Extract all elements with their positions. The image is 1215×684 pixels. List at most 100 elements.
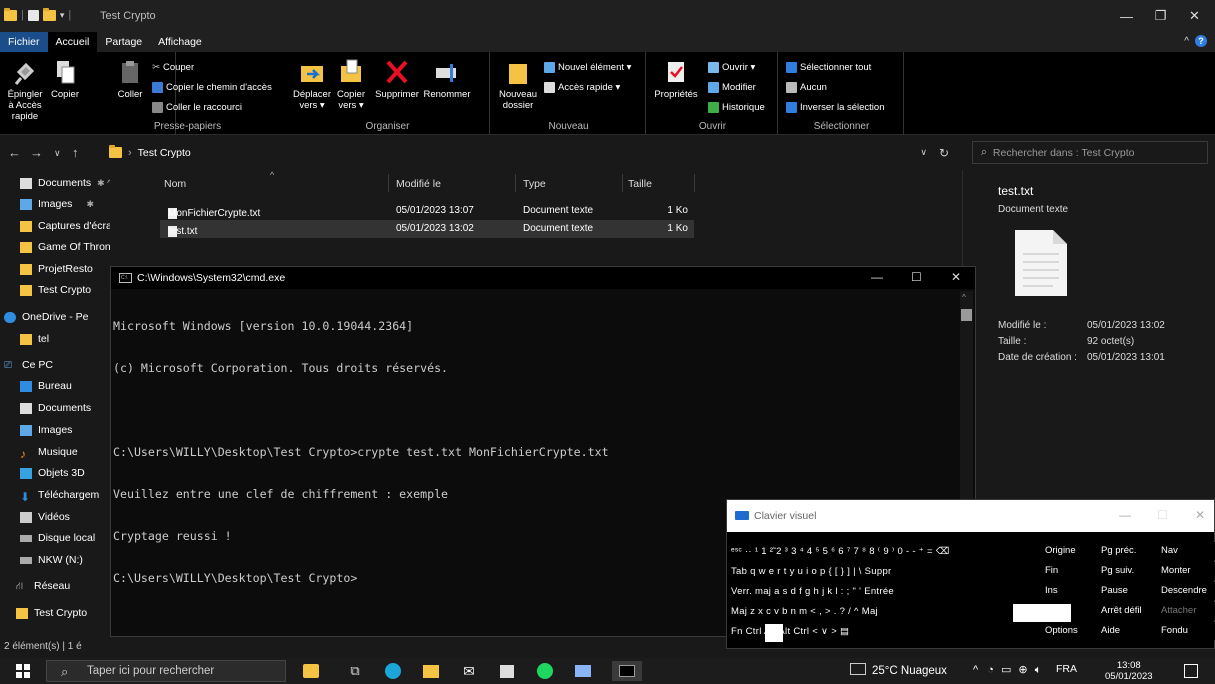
properties-qat-icon[interactable] bbox=[27, 9, 39, 21]
sidebar-item-documents-pc[interactable]: Documents bbox=[20, 402, 91, 414]
new-item-button[interactable]: Nouvel élément ▾ bbox=[544, 62, 631, 73]
cmd-minimize-button[interactable]: — bbox=[871, 270, 883, 284]
sidebar-item-got[interactable]: Game Of Thrones bbox=[20, 241, 110, 253]
tab-partage[interactable]: Partage bbox=[97, 32, 150, 52]
sidebar-item-videos[interactable]: Vidéos bbox=[20, 511, 70, 523]
tab-affichage[interactable]: Affichage bbox=[150, 32, 210, 52]
tab-fichier[interactable]: Fichier bbox=[0, 32, 48, 52]
osk-key-aide[interactable]: Aide bbox=[1101, 622, 1159, 640]
osk-key-row[interactable]: Maj z x c v b n m < , > . ? / ^ Maj bbox=[731, 606, 878, 617]
osk-key-pause[interactable]: Pause bbox=[1101, 582, 1159, 600]
osk-key-fondu[interactable]: Fondu bbox=[1161, 622, 1215, 640]
cmd-icon[interactable] bbox=[612, 661, 642, 681]
osk-titlebar[interactable]: Clavier visuel — ☐ ✕ bbox=[727, 500, 1214, 532]
osk-key-arret-defil[interactable]: Arrêt défil bbox=[1101, 602, 1159, 620]
scroll-up-icon[interactable]: ^ bbox=[962, 293, 966, 302]
sidebar-item-ce-pc[interactable]: ⎚ Ce PC bbox=[4, 359, 53, 371]
edge-icon[interactable] bbox=[382, 661, 404, 681]
copy-path-button[interactable]: Copier le chemin d'accès bbox=[152, 82, 272, 93]
column-header-size[interactable]: Taille bbox=[628, 178, 652, 190]
address-bar[interactable]: › Test Crypto ∨ ↻ bbox=[104, 141, 964, 164]
osk-key-descendre[interactable]: Descendre bbox=[1161, 582, 1215, 600]
new-folder-button[interactable]: Nouveau dossier bbox=[496, 58, 540, 111]
column-header-type[interactable]: Type bbox=[523, 178, 546, 190]
on-screen-keyboard[interactable]: Clavier visuel — ☐ ✕ ᵉˢᶜ ·· ¹ 1 ²̃ 2 ³ 3… bbox=[726, 499, 1215, 649]
select-none-button[interactable]: Aucun bbox=[786, 82, 827, 93]
osk-key-monter[interactable]: Monter bbox=[1161, 562, 1215, 580]
copy-button[interactable]: Copier bbox=[48, 58, 82, 100]
sidebar-item-nkw[interactable]: NKW (N:) bbox=[20, 554, 83, 566]
osk-key-fin[interactable]: Fin bbox=[1045, 562, 1103, 580]
pin-quick-access-button[interactable]: Épingler à Accès rapide bbox=[4, 58, 46, 122]
store-icon[interactable] bbox=[496, 661, 518, 681]
cmd-titlebar[interactable]: C:\ C:\Windows\System32\cmd.exe — ☐ ✕ bbox=[111, 267, 975, 289]
search-input[interactable]: ⌕ Rechercher dans : Test Crypto bbox=[972, 141, 1208, 164]
sidebar-item-musique[interactable]: ♪ Musique bbox=[20, 446, 78, 461]
spotify-icon[interactable] bbox=[534, 661, 556, 681]
globe-icon[interactable]: ⊕ bbox=[1018, 664, 1027, 676]
copy-to-button[interactable]: Copier vers ▾ bbox=[334, 58, 368, 111]
volume-icon[interactable]: 🔈︎ bbox=[1035, 664, 1042, 676]
osk-key-row[interactable]: Tab q w e r t y u i o p { [ } ] | \ Supp… bbox=[731, 566, 892, 577]
sidebar-item-test-crypto-bottom[interactable]: Test Crypto bbox=[16, 607, 87, 619]
refresh-icon[interactable]: ↻ bbox=[939, 146, 949, 160]
forward-icon[interactable]: → bbox=[30, 145, 43, 160]
osk-key-blank[interactable] bbox=[1013, 604, 1071, 622]
osk-maximize-button[interactable]: ☐ bbox=[1157, 508, 1168, 522]
cmd-maximize-button[interactable]: ☐ bbox=[911, 270, 922, 284]
sidebar-item-reseau[interactable]: ⛙ Réseau bbox=[16, 580, 70, 592]
chevron-up-icon[interactable]: ^ bbox=[973, 664, 978, 676]
osk-key-row[interactable]: Fn Ctrl Alt Alt Ctrl < ∨ > ▤ bbox=[731, 626, 849, 637]
clock[interactable]: 13:08 05/01/2023 bbox=[1105, 660, 1153, 682]
sidebar-item-documents[interactable]: Documents ✱ ^ bbox=[20, 177, 110, 189]
easy-access-button[interactable]: Accès rapide ▾ bbox=[544, 82, 620, 93]
edit-button[interactable]: Modifier bbox=[708, 82, 756, 93]
network-icon[interactable]: ▭ bbox=[1001, 664, 1011, 676]
move-to-button[interactable]: Déplacer vers ▾ bbox=[290, 58, 334, 111]
osk-minimize-button[interactable]: — bbox=[1119, 508, 1131, 522]
osk-key-windows[interactable] bbox=[765, 624, 783, 642]
column-header-name[interactable]: Nom bbox=[164, 178, 186, 190]
open-button[interactable]: Ouvrir ▾ bbox=[708, 62, 755, 73]
osk-key-ins[interactable]: Ins bbox=[1045, 582, 1103, 600]
task-view-icon[interactable]: ⧉ bbox=[344, 661, 366, 681]
osk-key-attacher[interactable]: Attacher bbox=[1161, 602, 1215, 620]
mail-icon[interactable]: ✉ bbox=[458, 661, 480, 681]
app-icon[interactable] bbox=[572, 661, 594, 681]
history-button[interactable]: Historique bbox=[708, 102, 765, 113]
column-header-modified[interactable]: Modifié le bbox=[396, 178, 441, 190]
windows-start-button[interactable] bbox=[12, 661, 34, 681]
help-icon[interactable]: ? bbox=[1195, 35, 1207, 47]
osk-close-button[interactable]: ✕ bbox=[1195, 508, 1205, 522]
table-row[interactable]: MonFichierCrypte.txt 05/01/2023 13:07 Do… bbox=[160, 202, 694, 220]
cmd-close-button[interactable]: ✕ bbox=[951, 270, 961, 284]
notification-icon[interactable] bbox=[1180, 661, 1202, 681]
cut-button[interactable]: ✂ Couper bbox=[152, 62, 194, 73]
sidebar-item-disque-local[interactable]: Disque local bbox=[20, 532, 95, 544]
recent-locations-icon[interactable]: ∨ bbox=[54, 148, 61, 159]
sidebar-item-projetresto[interactable]: ProjetResto bbox=[20, 263, 93, 275]
sidebar-item-images-pc[interactable]: Images bbox=[20, 424, 72, 436]
osk-key-pg-suiv[interactable]: Pg suiv. bbox=[1101, 562, 1159, 580]
delete-button[interactable]: Supprimer bbox=[372, 58, 422, 100]
properties-button[interactable]: Propriétés bbox=[652, 58, 700, 100]
osk-key-nav[interactable]: Nav bbox=[1161, 542, 1215, 560]
paste-button[interactable]: Coller bbox=[114, 58, 146, 100]
sidebar-item-captures[interactable]: Captures d'écran bbox=[20, 220, 110, 232]
collapse-ribbon-icon[interactable]: ^ bbox=[1184, 36, 1189, 47]
close-button[interactable]: ✕ bbox=[1172, 0, 1215, 32]
osk-key-options[interactable]: Options bbox=[1045, 622, 1103, 640]
file-explorer-icon[interactable] bbox=[420, 661, 442, 681]
address-dropdown-icon[interactable]: ∨ bbox=[920, 147, 927, 158]
rename-button[interactable]: Renommer bbox=[422, 58, 472, 100]
tray-icon[interactable]: ◔ bbox=[987, 664, 994, 676]
osk-key-row[interactable]: Verr. maj a s d f g h j k l : ; " ' Entr… bbox=[731, 586, 894, 597]
scrollbar-thumb[interactable] bbox=[961, 309, 972, 321]
taskbar-search-input[interactable]: ⌕ Taper ici pour rechercher bbox=[46, 660, 286, 682]
explorer-logo-icon[interactable] bbox=[300, 661, 322, 681]
select-all-button[interactable]: Sélectionner tout bbox=[786, 62, 871, 73]
sidebar-item-images[interactable]: Images ✱ bbox=[20, 198, 94, 210]
sidebar-item-objets-3d[interactable]: Objets 3D bbox=[20, 467, 85, 479]
language-indicator[interactable]: FRA bbox=[1056, 663, 1077, 675]
back-icon[interactable]: ← bbox=[8, 145, 21, 160]
